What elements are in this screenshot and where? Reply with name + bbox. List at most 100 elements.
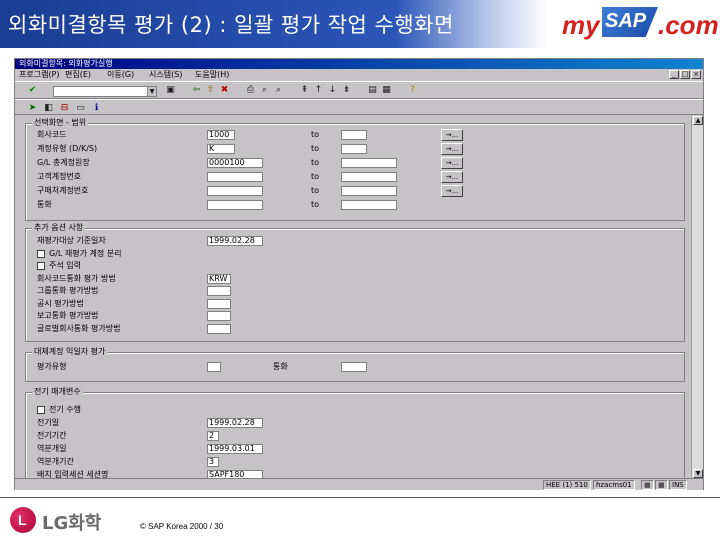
standard-toolbar: ✔ ▼ ▣ ⇦ ⇧ ✖ ⎙ ⌕ ⌕ ⇞ ↑ ↓ ⇟ ▤ ▦ ?: [15, 81, 703, 99]
selection-from-field[interactable]: [207, 172, 263, 182]
menubar: 프로그램(P) 편집(E) 이동(G) 시스템(S) 도움말(H) _ □ ×: [15, 69, 703, 81]
params-row-label: 보고통화 평가방법: [37, 311, 99, 320]
post-checkbox[interactable]: [37, 406, 45, 414]
maximize-button[interactable]: □: [680, 70, 690, 79]
menu-help[interactable]: 도움말(H): [195, 69, 229, 81]
selection-screen: 선택화면 - 범위 회사코드 1000 to →... 계정유형 (D/K/S) Kto →…: [15, 116, 703, 478]
params-checkbox-label: 주석 입력: [49, 261, 81, 270]
print-icon[interactable]: ⎙: [245, 85, 256, 96]
posting-row-label: 배치 입력세션 세션명: [37, 470, 109, 478]
posting-group: 전기 매개변수: [25, 387, 685, 478]
selection-from-field[interactable]: [207, 186, 263, 196]
params-checkbox[interactable]: [37, 262, 45, 270]
close-button[interactable]: ×: [691, 70, 701, 79]
application-toolbar: ➤ ◧ ⊟ ▭ ℹ: [15, 99, 703, 115]
window-controls: _ □ ×: [669, 70, 701, 79]
params-row-label: 그룹통화 평가방법: [37, 286, 99, 295]
command-field[interactable]: ▼: [53, 86, 157, 97]
scroll-down-icon[interactable]: ▼: [693, 469, 703, 478]
params-field[interactable]: [207, 286, 231, 296]
params-field[interactable]: 1999.02.28: [207, 236, 263, 246]
menu-program[interactable]: 프로그램(P): [19, 69, 60, 81]
selection-to-field[interactable]: [341, 130, 367, 140]
valuation-group-title: 대체계정 익일자 평가: [32, 347, 108, 357]
help-icon[interactable]: ?: [407, 85, 418, 96]
scroll-up-icon[interactable]: ▲: [693, 116, 703, 125]
status-bar: HEE (1) 510 hzacms01 ■ ■ INS: [15, 478, 703, 490]
to-label: to: [311, 144, 320, 153]
params-field[interactable]: [207, 323, 231, 334]
to-label: to: [311, 172, 320, 181]
params-field[interactable]: KRW: [207, 273, 231, 284]
selection-row-label: 통화: [37, 200, 52, 209]
selection-row-label: 계정유형 (D/K/S): [37, 144, 98, 153]
enter-check-icon[interactable]: ✔: [27, 85, 38, 96]
posting-field[interactable]: 1999.03.01: [207, 444, 263, 454]
vertical-scrollbar[interactable]: ▲ ▼: [691, 116, 703, 478]
selection-group-title: 선택화면 - 범위: [32, 118, 89, 128]
logo-sap: SAP: [602, 7, 658, 37]
shortcut-icon[interactable]: ▦: [381, 85, 392, 96]
first-page-icon[interactable]: ⇞: [299, 85, 310, 96]
selection-to-field[interactable]: [341, 200, 397, 210]
selection-from-field[interactable]: K: [207, 144, 235, 154]
multiple-selection-button[interactable]: →...: [441, 171, 463, 183]
sap-window: 외화미결항목: 외화평가실행 프로그램(P) 편집(E) 이동(G) 시스템(S…: [14, 58, 704, 490]
posting-field[interactable]: 3: [207, 457, 219, 467]
params-field[interactable]: [207, 311, 231, 321]
posting-group-title: 전기 매개변수: [32, 387, 83, 397]
save-icon[interactable]: ▣: [165, 85, 176, 96]
minimize-button[interactable]: _: [669, 70, 679, 79]
params-row-label: 재평가대상 기준일자: [37, 236, 106, 245]
posting-field[interactable]: 1999.02.28: [207, 418, 263, 428]
selection-row-label: 회사코드: [37, 130, 67, 139]
exit-icon[interactable]: ⇧: [205, 85, 216, 96]
params-row-label: 글로벌회사통화 평가방법: [37, 323, 121, 333]
params-field[interactable]: [207, 298, 231, 309]
multiple-selection-button[interactable]: →...: [441, 157, 463, 169]
back-icon[interactable]: ⇦: [191, 85, 202, 96]
delete-icon[interactable]: ⊟: [59, 103, 70, 114]
params-checkbox-label: G/L 재평가 계정 분리: [49, 248, 122, 258]
menu-system[interactable]: 시스템(S): [149, 69, 182, 81]
selection-from-field[interactable]: 0000100: [207, 158, 263, 168]
params-group: 추가 옵션 사항: [25, 223, 685, 342]
posting-field[interactable]: SAPF180: [207, 470, 263, 478]
params-row-label: 회사코드통화 평가 방법: [37, 273, 116, 283]
posting-field[interactable]: 2: [207, 431, 219, 441]
selection-to-field[interactable]: [341, 158, 397, 168]
selection-options-icon[interactable]: ▭: [75, 103, 86, 114]
previous-page-icon[interactable]: ↑: [313, 85, 324, 96]
find-next-icon[interactable]: ⌕: [273, 85, 284, 96]
selection-to-field[interactable]: [341, 144, 367, 154]
create-session-icon[interactable]: ▤: [367, 85, 378, 96]
selection-row-label: G/L 총계정원장: [37, 158, 90, 167]
rate-type-field[interactable]: [207, 362, 221, 372]
info-icon[interactable]: ℹ: [91, 103, 102, 114]
multiple-selection-button[interactable]: →...: [441, 143, 463, 155]
selection-to-field[interactable]: [341, 172, 397, 182]
selection-from-field[interactable]: [207, 200, 263, 210]
find-icon[interactable]: ⌕: [259, 85, 270, 96]
multiple-selection-button[interactable]: →...: [441, 129, 463, 141]
next-page-icon[interactable]: ↓: [327, 85, 338, 96]
execute-icon[interactable]: ➤: [27, 103, 38, 114]
footer-divider: [0, 497, 720, 498]
mysap-logo: my SAP .com: [562, 6, 719, 40]
last-page-icon[interactable]: ⇟: [341, 85, 352, 96]
selection-from-field[interactable]: 1000: [207, 130, 235, 140]
params-checkbox[interactable]: [37, 249, 45, 258]
selection-to-field[interactable]: [341, 186, 397, 196]
currency-label: 통화: [273, 362, 288, 371]
selection-row-label: 고객계정번호: [37, 172, 82, 181]
chevron-down-icon[interactable]: ▼: [147, 87, 156, 96]
window-titlebar: 외화미결항목: 외화평가실행: [15, 59, 703, 69]
cancel-icon[interactable]: ✖: [219, 85, 230, 96]
menu-edit[interactable]: 편집(E): [65, 69, 91, 81]
to-label: to: [311, 130, 320, 139]
multiple-selection-button[interactable]: →...: [441, 185, 463, 197]
menu-goto[interactable]: 이동(G): [107, 69, 134, 81]
currency-field[interactable]: [341, 362, 367, 372]
get-variant-icon[interactable]: ◧: [43, 103, 54, 114]
posting-row-label: 전기일: [37, 418, 60, 427]
